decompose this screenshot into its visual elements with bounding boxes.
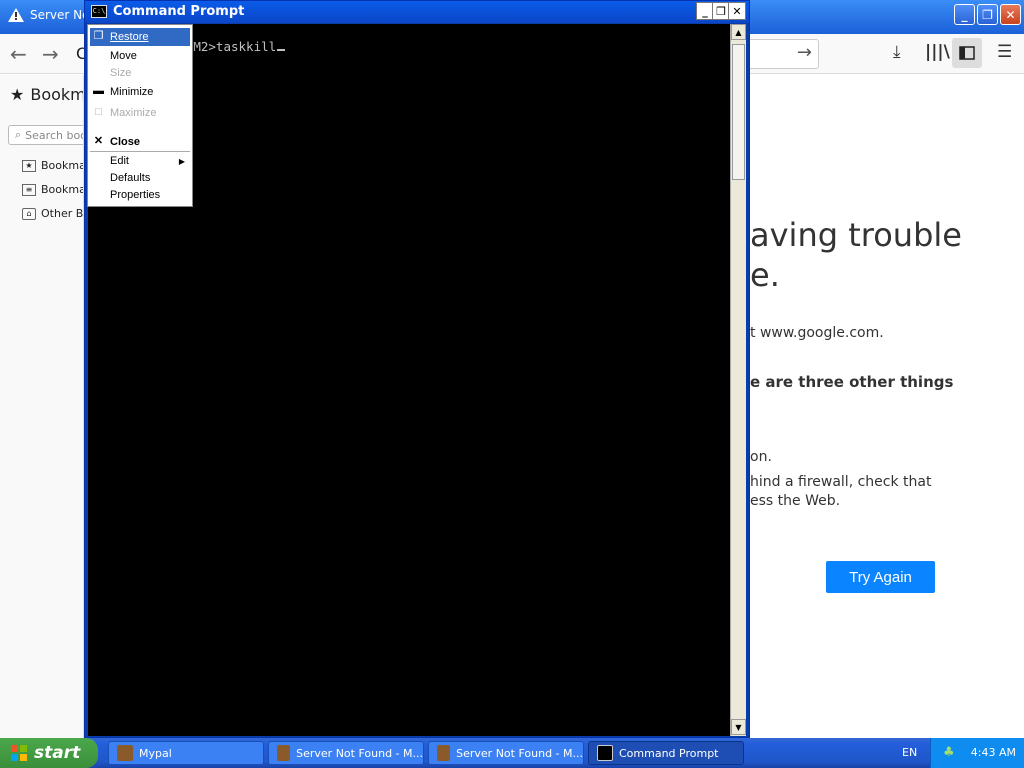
language-indicator[interactable]: EN — [902, 746, 917, 759]
sidebar-toggle-icon[interactable] — [952, 38, 982, 68]
mypal-icon — [117, 745, 133, 761]
menu-item-edit[interactable]: Edit ▶ — [90, 152, 190, 170]
menu-item-defaults[interactable]: Defaults — [90, 169, 190, 187]
bookmark-folder-item[interactable]: ≡ Bookmar — [22, 183, 83, 196]
start-button[interactable]: start — [0, 738, 98, 768]
taskbar-button-command-prompt[interactable]: Command Prompt — [588, 741, 744, 765]
start-label: start — [34, 743, 81, 763]
menu-item-restore[interactable]: ❐ Restore — [90, 28, 190, 46]
system-menu: ❐ Restore Move Size ▬ Minimize □ Maximiz… — [87, 24, 193, 207]
error-text-firewall: hind a firewall, check that — [750, 474, 932, 490]
taskbar-button-server-not-found[interactable]: Server Not Found - M... — [428, 741, 584, 765]
taskbar-button-mypal[interactable]: Mypal — [108, 741, 264, 765]
bookmarks-sidebar: ★ Bookm ⌕ Search boo ★ Bookmar ≡ Bookmar… — [0, 75, 84, 738]
firefox-restore-button[interactable]: ❐ — [977, 4, 998, 25]
scrollbar-thumb[interactable] — [732, 44, 745, 180]
error-text-on: on. — [750, 449, 772, 465]
firefox-close-button[interactable]: ✕ — [1000, 4, 1021, 25]
bookmark-folder-item[interactable]: ★ Bookmar — [22, 159, 83, 172]
mypal-icon — [277, 745, 291, 761]
url-bar[interactable]: → — [745, 39, 819, 69]
bookmarks-header[interactable]: ★ Bookm — [10, 85, 84, 104]
bookmarks-search-input[interactable]: ⌕ Search boo — [8, 125, 83, 145]
star-icon: ★ — [10, 85, 25, 104]
cmd-icon[interactable]: C:\ — [91, 5, 107, 18]
text-cursor — [277, 49, 286, 51]
search-icon: ⌕ — [15, 128, 22, 141]
bookmark-folder-item[interactable]: ⌂ Other Bo — [22, 207, 83, 220]
cmd-scrollbar[interactable]: ▲ ▼ — [730, 24, 746, 736]
menu-item-move[interactable]: Move — [90, 47, 190, 65]
maximize-icon: □ — [95, 106, 102, 118]
mypal-icon — [437, 745, 451, 761]
taskbar: start Mypal Server Not Found - M... Serv… — [0, 738, 1024, 768]
close-icon: ✕ — [93, 135, 104, 147]
error-title: aving trouble e. — [750, 216, 962, 294]
menu-item-properties[interactable]: Properties — [90, 186, 190, 204]
star-folder-icon: ★ — [22, 159, 36, 172]
clock[interactable]: 4:43 AM — [971, 746, 1016, 759]
error-text-google: t www.google.com. — [750, 325, 884, 341]
network-icon[interactable]: ♣ — [943, 745, 955, 760]
error-text-web: ess the Web. — [750, 493, 841, 509]
menu-item-maximize: □ Maximize — [90, 104, 190, 122]
firefox-error-page: aving trouble e. t www.google.com. e are… — [750, 75, 1024, 738]
scroll-down-icon[interactable]: ▼ — [731, 719, 746, 735]
forward-arrow-icon[interactable]: → — [42, 42, 59, 66]
submenu-arrow-icon: ▶ — [178, 156, 185, 166]
menu-item-size: Size — [110, 67, 132, 79]
cmd-close-button[interactable]: ✕ — [728, 2, 746, 20]
minimize-icon: ▬ — [93, 85, 104, 97]
cmd-icon — [597, 745, 613, 761]
download-icon[interactable]: ⤓ — [893, 42, 901, 62]
menu-item-minimize[interactable]: ▬ Minimize — [90, 83, 190, 101]
scroll-up-icon[interactable]: ▲ — [731, 24, 746, 40]
library-icon[interactable]: |||\ — [925, 42, 950, 62]
error-text-bold: e are three other things — [750, 373, 954, 391]
hamburger-menu-icon[interactable]: ☰ — [997, 42, 1012, 62]
back-arrow-icon[interactable]: ← — [10, 42, 27, 66]
menu-item-close[interactable]: ✕ Close — [90, 133, 190, 151]
taskbar-button-server-not-found[interactable]: Server Not Found - M... — [268, 741, 424, 765]
go-arrow-icon[interactable]: → — [797, 42, 812, 63]
bookmarks-header-label: Bookm — [30, 85, 84, 104]
system-tray: ♣ 4:43 AM — [930, 738, 1024, 768]
cmd-titlebar[interactable]: C:\ Command Prompt _ ❐ ✕ — [85, 1, 749, 23]
warning-icon — [8, 8, 24, 22]
menu-folder-icon: ≡ — [22, 183, 36, 196]
tray-folder-icon: ⌂ — [22, 207, 36, 220]
restore-icon: ❐ — [93, 30, 104, 42]
cmd-title: Command Prompt — [113, 4, 245, 19]
try-again-button[interactable]: Try Again — [826, 561, 935, 593]
firefox-minimize-button[interactable]: _ — [954, 4, 975, 25]
windows-flag-icon — [11, 745, 27, 761]
firefox-tab-title[interactable]: Server Not — [8, 8, 94, 22]
